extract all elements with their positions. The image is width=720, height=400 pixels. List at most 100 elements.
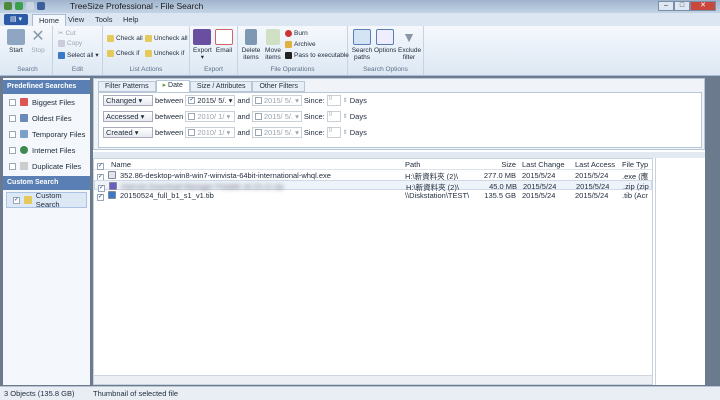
and-label: and [237, 112, 250, 121]
column-file-type[interactable]: File Typ [622, 160, 652, 169]
check-if-button[interactable]: Check if [107, 50, 139, 57]
uncheck-all-button[interactable]: Uncheck all [145, 35, 188, 42]
search-paths-button[interactable]: Search paths [351, 29, 373, 61]
checkbox[interactable] [9, 130, 16, 138]
tab-tools[interactable]: Tools [89, 14, 119, 26]
from-date-picker[interactable]: 2010/ 1/▾ [185, 127, 236, 138]
from-date-picker[interactable]: 2010/ 1/▾ [185, 111, 236, 122]
tab-view[interactable]: View [62, 14, 90, 26]
export-button[interactable]: Export ▾ [193, 29, 212, 61]
sidebar-item-oldest-files[interactable]: Oldest Files [3, 110, 90, 126]
spinner-arrows-icon[interactable]: ⇕ [343, 113, 348, 120]
uncheck-if-button[interactable]: Uncheck if [145, 50, 184, 57]
spinner-arrows-icon[interactable]: ⇕ [343, 129, 348, 136]
column-size[interactable]: Size [494, 160, 516, 169]
from-date-checkbox[interactable]: ✓ [188, 97, 196, 104]
between-label: between [155, 112, 184, 121]
date-type-select[interactable]: Changed ▾ [103, 95, 153, 106]
start-button[interactable]: Start [7, 29, 25, 54]
filter-panel: Filter Patterns ▸ Date Size / Attributes… [93, 78, 705, 150]
spinner-arrows-icon[interactable]: ⇕ [343, 97, 348, 104]
table-row[interactable]: ✓ 352.86-desktop-win8-win7-winvista-64bi… [94, 170, 652, 181]
main-area: Filter Patterns ▸ Date Size / Attributes… [93, 78, 705, 385]
sidebar-item-internet-files[interactable]: Internet Files [3, 142, 90, 158]
move-items-button[interactable]: Move items [263, 29, 283, 61]
to-date-picker[interactable]: 2015/ 5/. ▾ [251, 111, 302, 122]
tab-other-filters[interactable]: Other Filters [252, 81, 305, 92]
table-row[interactable]: ✓ 20150524_full_b1_s1_v1.tib \\Diskstati… [94, 190, 652, 201]
cut-icon: ✂ [58, 30, 64, 37]
sidebar-item-biggest-files[interactable]: Biggest Files [3, 94, 90, 110]
check-all-button[interactable]: Check all [107, 35, 143, 42]
pass-to-executable-button[interactable]: Pass to executable [285, 52, 349, 59]
row-checkbox[interactable]: ✓ [97, 194, 104, 201]
custom-search-icon [24, 196, 32, 204]
days-input[interactable]: 0 [326, 127, 341, 138]
maximize-button[interactable]: □ [674, 1, 690, 11]
file-name: 20150524_full_b1_s1_v1.tib [120, 191, 214, 200]
to-date-checkbox[interactable] [254, 129, 262, 136]
date-filter-row: Created ▾ between 2010/ 1/▾ and 2015/ 5/… [103, 127, 367, 138]
checkbox[interactable] [9, 98, 16, 106]
burn-button[interactable]: Burn [285, 30, 308, 37]
sidebar-item-custom-search[interactable]: ✓ Custom Search [6, 191, 87, 209]
select-all-button[interactable]: Select all ▾ [58, 51, 99, 59]
title-bar: TreeSize Professional - File Search – □ … [0, 0, 720, 13]
column-last-change[interactable]: Last Change [522, 160, 565, 169]
file-size: 135.5 GB [484, 191, 516, 200]
to-date-checkbox[interactable] [254, 97, 262, 104]
days-input[interactable]: 0 [326, 95, 341, 106]
email-button[interactable]: Email [215, 29, 233, 54]
tab-home[interactable]: Home [32, 14, 67, 26]
date-type-select[interactable]: Accessed ▾ [103, 111, 153, 122]
stop-button[interactable]: ✕ Stop [29, 29, 47, 55]
checkbox[interactable] [9, 114, 16, 122]
copy-button[interactable]: Copy [58, 40, 82, 47]
table-row[interactable]: ✓ Internet Download Manager Potable v6.2… [94, 180, 652, 192]
options-list-icon [376, 29, 394, 45]
select-all-checkbox[interactable]: ✓ [97, 163, 104, 170]
column-last-access[interactable]: Last Access [575, 160, 615, 169]
sidebar-item-temporary-files[interactable]: Temporary Files [3, 126, 90, 142]
checkbox[interactable] [9, 146, 16, 154]
predefined-searches-header: Predefined Searches [3, 80, 90, 94]
file-name: 352.86-desktop-win8-win7-winvista-64bit-… [120, 171, 331, 180]
horizontal-scrollbar[interactable] [94, 375, 652, 384]
app-icon [4, 2, 12, 10]
save-icon[interactable] [37, 2, 45, 10]
to-date-picker[interactable]: 2015/ 5/. ▾ [251, 95, 302, 106]
options-button[interactable]: Options [374, 29, 396, 54]
start-icon[interactable] [15, 2, 23, 10]
tab-size-attributes[interactable]: Size / Attributes [189, 81, 253, 92]
group-label: Search [17, 66, 38, 73]
close-button[interactable]: ✕ [690, 1, 716, 11]
tab-date[interactable]: ▸ Date [155, 80, 190, 92]
days-input[interactable]: 0 [326, 111, 341, 122]
column-name[interactable]: Name [111, 160, 131, 169]
check-if-icon [107, 50, 114, 57]
from-date-picker[interactable]: ✓ 2015/ 5/. ▾ [185, 95, 236, 106]
from-date-checkbox[interactable] [188, 129, 196, 136]
tab-filter-patterns[interactable]: Filter Patterns [98, 81, 156, 92]
cut-button[interactable]: ✂ Cut [58, 29, 76, 38]
sidebar: Predefined Searches Biggest Files Oldest… [3, 78, 90, 385]
to-date-checkbox[interactable] [254, 113, 262, 120]
thumbnail-panel [655, 158, 705, 385]
checkbox[interactable] [9, 162, 16, 170]
minimize-button[interactable]: – [658, 1, 674, 11]
archive-button[interactable]: Archive [285, 41, 316, 48]
date-type-select[interactable]: Created ▾ [103, 127, 153, 138]
tab-help[interactable]: Help [117, 14, 144, 26]
exclude-filter-button[interactable]: ▼ Exclude filter [398, 29, 421, 61]
check-icon [107, 35, 114, 42]
column-path[interactable]: Path [405, 160, 420, 169]
checkbox[interactable]: ✓ [13, 196, 20, 204]
to-date-picker[interactable]: 2015/ 5/. ▾ [251, 127, 302, 138]
uncheck-icon [145, 35, 152, 42]
copy-icon[interactable] [26, 2, 34, 10]
days-label: Days [349, 96, 367, 105]
delete-items-button[interactable]: Delete items [241, 29, 261, 61]
file-menu-button[interactable]: ▤ ▾ [4, 14, 28, 25]
sidebar-item-duplicate-files[interactable]: Duplicate Files [3, 158, 90, 174]
from-date-checkbox[interactable] [188, 113, 196, 120]
